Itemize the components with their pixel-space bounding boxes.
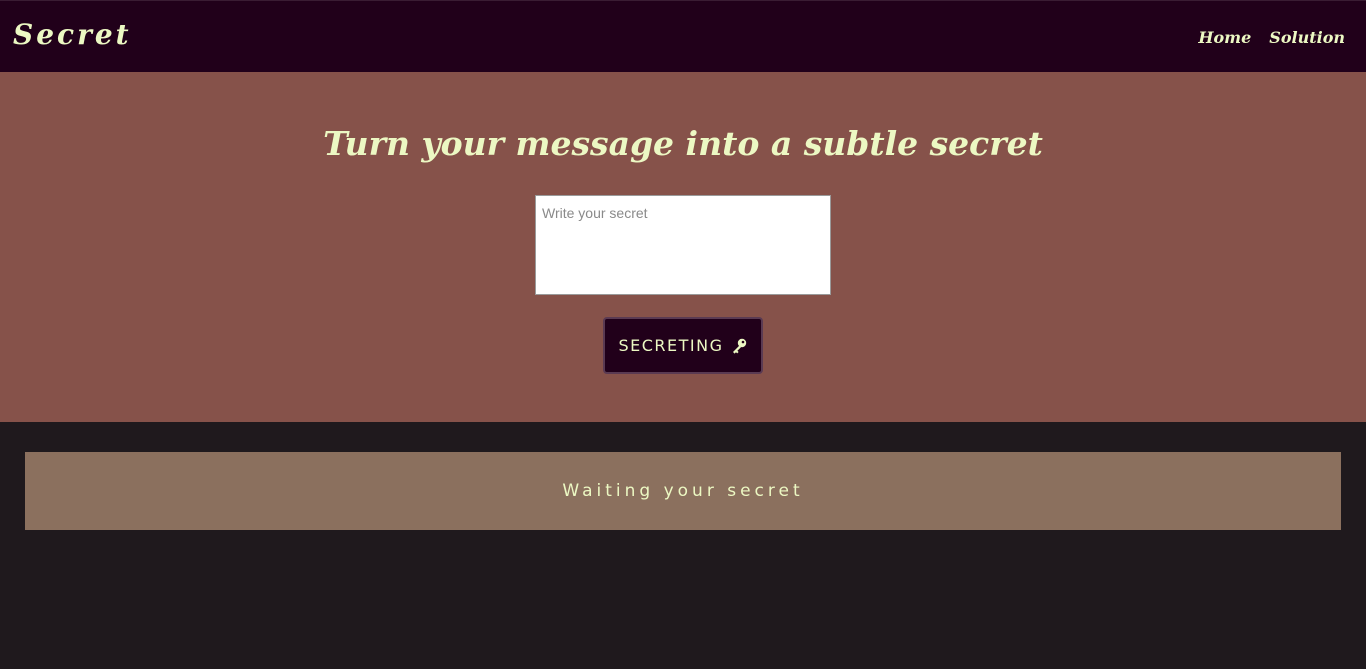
secret-input[interactable] [535, 195, 831, 295]
navbar: Secret Home Solution [0, 0, 1366, 72]
result-panel: Waiting your secret [25, 452, 1341, 530]
nav-link-home[interactable]: Home [1198, 27, 1251, 49]
nav-links: Home Solution [1198, 27, 1345, 49]
brand-logo[interactable]: Secret [13, 17, 132, 53]
page-title: Turn your message into a subtle secret [323, 124, 1043, 163]
hero-section: Turn your message into a subtle secret S… [0, 72, 1366, 422]
nav-link-solution[interactable]: Solution [1269, 27, 1345, 49]
result-text: Waiting your secret [562, 481, 804, 501]
key-icon [730, 337, 748, 355]
secreting-button-label: SECRETING [618, 336, 724, 355]
secreting-button[interactable]: SECRETING [603, 317, 763, 374]
